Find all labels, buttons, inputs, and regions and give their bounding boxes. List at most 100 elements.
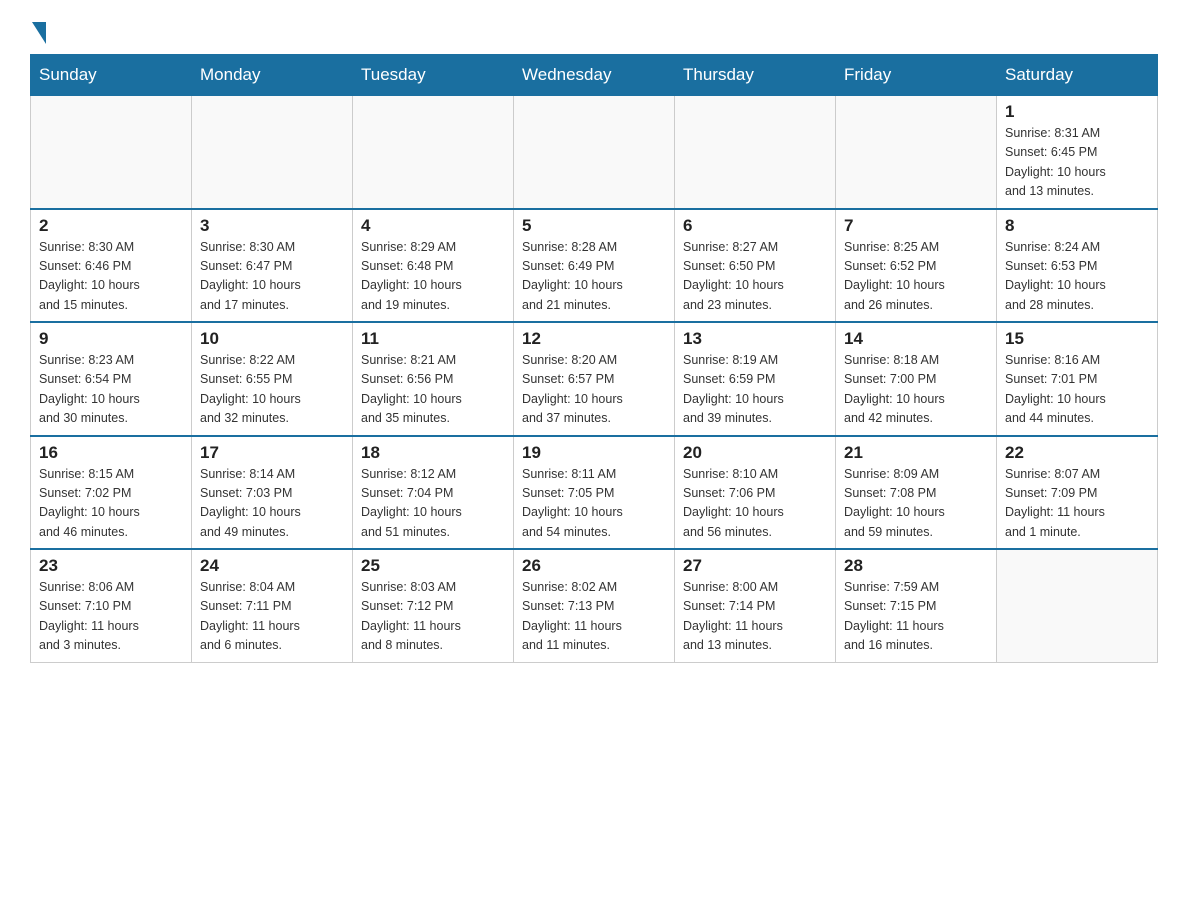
- calendar-cell: 12Sunrise: 8:20 AMSunset: 6:57 PMDayligh…: [514, 322, 675, 436]
- day-number: 3: [200, 216, 344, 236]
- day-info: Sunrise: 7:59 AMSunset: 7:15 PMDaylight:…: [844, 578, 988, 656]
- calendar-cell: 17Sunrise: 8:14 AMSunset: 7:03 PMDayligh…: [192, 436, 353, 550]
- day-number: 14: [844, 329, 988, 349]
- day-info: Sunrise: 8:31 AMSunset: 6:45 PMDaylight:…: [1005, 124, 1149, 202]
- calendar-week-row: 2Sunrise: 8:30 AMSunset: 6:46 PMDaylight…: [31, 209, 1158, 323]
- calendar-cell: 21Sunrise: 8:09 AMSunset: 7:08 PMDayligh…: [836, 436, 997, 550]
- calendar-cell: 6Sunrise: 8:27 AMSunset: 6:50 PMDaylight…: [675, 209, 836, 323]
- day-number: 26: [522, 556, 666, 576]
- day-number: 1: [1005, 102, 1149, 122]
- weekday-header-thursday: Thursday: [675, 55, 836, 96]
- calendar-cell: 13Sunrise: 8:19 AMSunset: 6:59 PMDayligh…: [675, 322, 836, 436]
- calendar-cell: 25Sunrise: 8:03 AMSunset: 7:12 PMDayligh…: [353, 549, 514, 662]
- day-info: Sunrise: 8:10 AMSunset: 7:06 PMDaylight:…: [683, 465, 827, 543]
- calendar-cell: 4Sunrise: 8:29 AMSunset: 6:48 PMDaylight…: [353, 209, 514, 323]
- logo: [30, 20, 46, 44]
- day-info: Sunrise: 8:27 AMSunset: 6:50 PMDaylight:…: [683, 238, 827, 316]
- calendar-week-row: 16Sunrise: 8:15 AMSunset: 7:02 PMDayligh…: [31, 436, 1158, 550]
- calendar-cell: 1Sunrise: 8:31 AMSunset: 6:45 PMDaylight…: [997, 96, 1158, 209]
- day-info: Sunrise: 8:02 AMSunset: 7:13 PMDaylight:…: [522, 578, 666, 656]
- weekday-header-row: SundayMondayTuesdayWednesdayThursdayFrid…: [31, 55, 1158, 96]
- calendar-cell: 22Sunrise: 8:07 AMSunset: 7:09 PMDayligh…: [997, 436, 1158, 550]
- weekday-header-tuesday: Tuesday: [353, 55, 514, 96]
- day-info: Sunrise: 8:11 AMSunset: 7:05 PMDaylight:…: [522, 465, 666, 543]
- day-number: 24: [200, 556, 344, 576]
- day-number: 12: [522, 329, 666, 349]
- calendar-cell: 28Sunrise: 7:59 AMSunset: 7:15 PMDayligh…: [836, 549, 997, 662]
- day-number: 9: [39, 329, 183, 349]
- calendar-table: SundayMondayTuesdayWednesdayThursdayFrid…: [30, 54, 1158, 663]
- day-info: Sunrise: 8:09 AMSunset: 7:08 PMDaylight:…: [844, 465, 988, 543]
- logo-triangle-icon: [32, 22, 46, 44]
- day-info: Sunrise: 8:30 AMSunset: 6:47 PMDaylight:…: [200, 238, 344, 316]
- calendar-cell: 20Sunrise: 8:10 AMSunset: 7:06 PMDayligh…: [675, 436, 836, 550]
- day-info: Sunrise: 8:06 AMSunset: 7:10 PMDaylight:…: [39, 578, 183, 656]
- day-info: Sunrise: 8:21 AMSunset: 6:56 PMDaylight:…: [361, 351, 505, 429]
- day-info: Sunrise: 8:19 AMSunset: 6:59 PMDaylight:…: [683, 351, 827, 429]
- calendar-cell: [836, 96, 997, 209]
- calendar-cell: 16Sunrise: 8:15 AMSunset: 7:02 PMDayligh…: [31, 436, 192, 550]
- calendar-cell: 10Sunrise: 8:22 AMSunset: 6:55 PMDayligh…: [192, 322, 353, 436]
- calendar-cell: [31, 96, 192, 209]
- calendar-cell: 27Sunrise: 8:00 AMSunset: 7:14 PMDayligh…: [675, 549, 836, 662]
- day-info: Sunrise: 8:18 AMSunset: 7:00 PMDaylight:…: [844, 351, 988, 429]
- day-info: Sunrise: 8:30 AMSunset: 6:46 PMDaylight:…: [39, 238, 183, 316]
- calendar-cell: 7Sunrise: 8:25 AMSunset: 6:52 PMDaylight…: [836, 209, 997, 323]
- day-info: Sunrise: 8:00 AMSunset: 7:14 PMDaylight:…: [683, 578, 827, 656]
- day-number: 27: [683, 556, 827, 576]
- day-number: 22: [1005, 443, 1149, 463]
- page-header: [30, 20, 1158, 44]
- weekday-header-friday: Friday: [836, 55, 997, 96]
- day-number: 8: [1005, 216, 1149, 236]
- day-info: Sunrise: 8:14 AMSunset: 7:03 PMDaylight:…: [200, 465, 344, 543]
- day-number: 16: [39, 443, 183, 463]
- day-number: 19: [522, 443, 666, 463]
- calendar-cell: [997, 549, 1158, 662]
- calendar-cell: [675, 96, 836, 209]
- day-info: Sunrise: 8:12 AMSunset: 7:04 PMDaylight:…: [361, 465, 505, 543]
- day-info: Sunrise: 8:22 AMSunset: 6:55 PMDaylight:…: [200, 351, 344, 429]
- day-number: 11: [361, 329, 505, 349]
- calendar-cell: 9Sunrise: 8:23 AMSunset: 6:54 PMDaylight…: [31, 322, 192, 436]
- day-info: Sunrise: 8:20 AMSunset: 6:57 PMDaylight:…: [522, 351, 666, 429]
- calendar-cell: 24Sunrise: 8:04 AMSunset: 7:11 PMDayligh…: [192, 549, 353, 662]
- calendar-cell: 18Sunrise: 8:12 AMSunset: 7:04 PMDayligh…: [353, 436, 514, 550]
- calendar-week-row: 9Sunrise: 8:23 AMSunset: 6:54 PMDaylight…: [31, 322, 1158, 436]
- calendar-cell: [353, 96, 514, 209]
- day-info: Sunrise: 8:16 AMSunset: 7:01 PMDaylight:…: [1005, 351, 1149, 429]
- calendar-cell: 5Sunrise: 8:28 AMSunset: 6:49 PMDaylight…: [514, 209, 675, 323]
- day-number: 4: [361, 216, 505, 236]
- weekday-header-saturday: Saturday: [997, 55, 1158, 96]
- day-info: Sunrise: 8:07 AMSunset: 7:09 PMDaylight:…: [1005, 465, 1149, 543]
- calendar-cell: 11Sunrise: 8:21 AMSunset: 6:56 PMDayligh…: [353, 322, 514, 436]
- weekday-header-sunday: Sunday: [31, 55, 192, 96]
- calendar-cell: 23Sunrise: 8:06 AMSunset: 7:10 PMDayligh…: [31, 549, 192, 662]
- calendar-cell: 3Sunrise: 8:30 AMSunset: 6:47 PMDaylight…: [192, 209, 353, 323]
- calendar-cell: 8Sunrise: 8:24 AMSunset: 6:53 PMDaylight…: [997, 209, 1158, 323]
- calendar-cell: 15Sunrise: 8:16 AMSunset: 7:01 PMDayligh…: [997, 322, 1158, 436]
- day-number: 21: [844, 443, 988, 463]
- weekday-header-monday: Monday: [192, 55, 353, 96]
- calendar-cell: 19Sunrise: 8:11 AMSunset: 7:05 PMDayligh…: [514, 436, 675, 550]
- day-number: 25: [361, 556, 505, 576]
- day-number: 23: [39, 556, 183, 576]
- day-number: 18: [361, 443, 505, 463]
- day-number: 7: [844, 216, 988, 236]
- day-number: 6: [683, 216, 827, 236]
- calendar-cell: [514, 96, 675, 209]
- calendar-week-row: 23Sunrise: 8:06 AMSunset: 7:10 PMDayligh…: [31, 549, 1158, 662]
- day-info: Sunrise: 8:04 AMSunset: 7:11 PMDaylight:…: [200, 578, 344, 656]
- day-info: Sunrise: 8:28 AMSunset: 6:49 PMDaylight:…: [522, 238, 666, 316]
- day-number: 10: [200, 329, 344, 349]
- day-info: Sunrise: 8:29 AMSunset: 6:48 PMDaylight:…: [361, 238, 505, 316]
- day-info: Sunrise: 8:23 AMSunset: 6:54 PMDaylight:…: [39, 351, 183, 429]
- calendar-cell: 26Sunrise: 8:02 AMSunset: 7:13 PMDayligh…: [514, 549, 675, 662]
- calendar-cell: [192, 96, 353, 209]
- day-info: Sunrise: 8:25 AMSunset: 6:52 PMDaylight:…: [844, 238, 988, 316]
- day-number: 28: [844, 556, 988, 576]
- day-number: 2: [39, 216, 183, 236]
- day-info: Sunrise: 8:24 AMSunset: 6:53 PMDaylight:…: [1005, 238, 1149, 316]
- day-number: 5: [522, 216, 666, 236]
- day-info: Sunrise: 8:15 AMSunset: 7:02 PMDaylight:…: [39, 465, 183, 543]
- weekday-header-wednesday: Wednesday: [514, 55, 675, 96]
